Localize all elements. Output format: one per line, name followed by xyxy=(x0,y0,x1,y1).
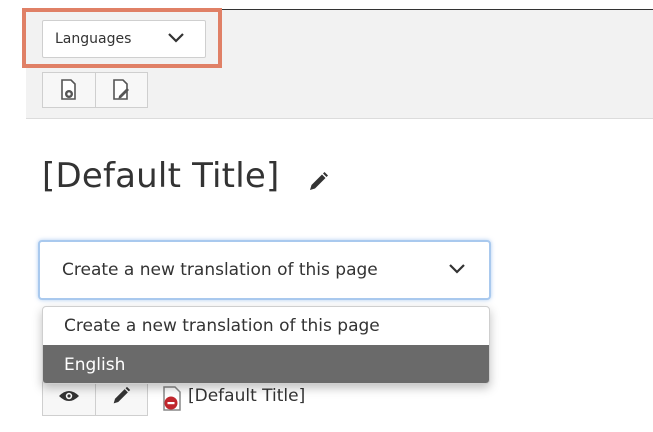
page-edit-icon xyxy=(113,79,130,100)
row-page-title: [Default Title] xyxy=(188,386,306,406)
dropdown-option-english[interactable]: English xyxy=(43,345,489,383)
eye-icon xyxy=(58,391,79,401)
edit-page-button[interactable] xyxy=(94,73,148,107)
toolbar-button-group xyxy=(42,72,148,108)
page-title: [Default Title] xyxy=(42,156,280,196)
pencil-icon xyxy=(113,386,131,404)
select-current-value: Create a new translation of this page xyxy=(62,260,378,280)
chevron-down-icon xyxy=(449,264,465,274)
translation-dropdown-list: Create a new translation of this page En… xyxy=(42,306,490,384)
highlight-annotation-box xyxy=(22,8,222,68)
translation-select[interactable]: Create a new translation of this page xyxy=(38,240,491,300)
dropdown-option-create-translation[interactable]: Create a new translation of this page xyxy=(43,307,489,345)
view-page-button[interactable] xyxy=(43,73,95,107)
page-no-access-icon xyxy=(163,386,181,411)
pencil-icon[interactable] xyxy=(306,170,330,194)
page-view-icon xyxy=(60,79,76,100)
